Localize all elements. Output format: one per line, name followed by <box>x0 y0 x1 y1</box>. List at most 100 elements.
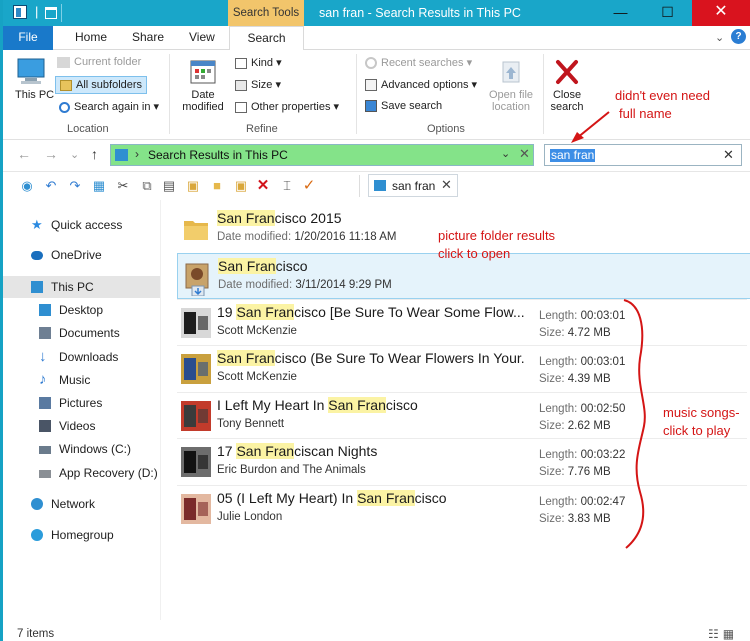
sub-value: Scott McKenzie <box>217 325 297 337</box>
sidebar-item-videos[interactable]: Videos <box>3 415 160 437</box>
sidebar-item-pictures[interactable]: Pictures <box>3 392 160 414</box>
advanced-options-button[interactable]: Advanced options ▾ <box>365 78 477 92</box>
close-label: Close <box>552 89 582 101</box>
desktop-icon <box>39 304 51 316</box>
sidebar-item-network[interactable]: Network <box>3 493 160 515</box>
size-value: 4.39 MB <box>567 373 611 385</box>
sidebar-item-documents[interactable]: Documents <box>3 322 160 344</box>
picture-folder-icon <box>182 262 212 297</box>
search-icon <box>59 101 70 113</box>
other-properties-button[interactable]: Other properties ▾ <box>235 100 339 113</box>
this-pc-button[interactable]: This PC <box>15 58 54 101</box>
help-icon[interactable]: ? <box>731 29 746 44</box>
rename-icon[interactable]: ⌶ <box>279 178 295 194</box>
maximize-button[interactable]: ☐ <box>645 0 690 26</box>
tab-search-results[interactable]: san fran ✕ <box>368 174 458 197</box>
minimize-button[interactable]: — <box>598 0 643 26</box>
forward-arrow-icon[interactable]: → <box>44 146 58 162</box>
view-toggle-icons[interactable]: ☷▦ <box>708 627 738 641</box>
chevron-down-icon[interactable]: ⌄ <box>501 147 510 160</box>
album-art-icon <box>181 447 211 477</box>
sidebar-item-app-recovery-d[interactable]: App Recovery (D:) <box>3 462 160 484</box>
tab-file[interactable]: File <box>3 26 53 50</box>
group-divider <box>543 54 544 134</box>
address-bar[interactable]: › Search Results in This PC ⌄ ✕ <box>110 144 534 166</box>
title-text: cisco <box>385 397 418 413</box>
song-result-row[interactable]: 17 San Franciscan Nights Eric Burdon and … <box>177 439 750 485</box>
song-result-row[interactable]: San Francisco (Be Sure To Wear Flowers I… <box>177 346 750 392</box>
close-tab-icon[interactable]: ✕ <box>441 177 452 193</box>
expand-ribbon-icon[interactable]: ⌄ <box>715 31 724 44</box>
sub-value: Tony Bennett <box>217 418 285 430</box>
undo-icon[interactable]: ↶ <box>43 178 59 194</box>
paste-icon[interactable]: ▤ <box>161 178 177 194</box>
breadcrumb[interactable]: Search Results in This PC <box>148 148 288 162</box>
clear-address-icon[interactable]: ✕ <box>519 146 530 162</box>
delete-icon[interactable]: ✕ <box>255 178 271 194</box>
search-again-label: Search again in <box>74 101 151 113</box>
up-arrow-icon[interactable]: ↑ <box>91 146 98 162</box>
annotation-songs: music songs- click to play <box>663 404 740 440</box>
select-check-icon[interactable]: ✓ <box>301 178 317 194</box>
pin-icon[interactable]: | <box>35 4 38 19</box>
file-size: Size: 4.72 MB <box>539 327 611 339</box>
open-file-location-button[interactable]: Open file location <box>485 58 537 113</box>
save-search-button[interactable]: Save search <box>365 100 442 113</box>
new-folder-icon[interactable]: ■ <box>209 178 225 194</box>
date-modified: Date modified: 1/20/2016 11:18 AM <box>217 231 396 243</box>
sidebar-item-windows-c[interactable]: Windows (C:) <box>3 438 160 460</box>
sidebar-item-label: Music <box>59 373 91 387</box>
sidebar-item-music[interactable]: ♪ Music <box>3 369 160 391</box>
copy-icon[interactable]: ⧉ <box>139 178 155 194</box>
chevron-down-icon: ▾ <box>276 57 282 69</box>
result-title: 17 San Franciscan Nights <box>217 443 377 459</box>
location-group-label: Location <box>67 123 109 135</box>
artist-name: Scott McKenzie <box>217 325 297 337</box>
close-window-button[interactable]: ✕ <box>692 0 750 26</box>
date-modified-button[interactable]: Date modified <box>177 58 229 113</box>
sidebar-item-desktop[interactable]: Desktop <box>3 299 160 321</box>
cut-icon[interactable]: ✂ <box>115 178 131 194</box>
song-result-row[interactable]: 05 (I Left My Heart) In San Francisco Jul… <box>177 486 750 532</box>
clear-search-icon[interactable]: ✕ <box>723 147 734 163</box>
close-search-button[interactable]: Close search <box>547 58 587 113</box>
sidebar-item-this-pc[interactable]: This PC <box>3 276 160 298</box>
current-folder-button[interactable]: Current folder <box>57 56 141 68</box>
tab-home[interactable]: Home <box>75 26 107 50</box>
kind-button[interactable]: Kind ▾ <box>235 56 282 69</box>
tab-share[interactable]: Share <box>132 26 164 50</box>
explorer-app-icon[interactable] <box>13 5 27 19</box>
recent-locations-icon[interactable]: ⌄ <box>70 148 79 161</box>
search-match-highlight: San Fran <box>236 443 295 459</box>
size-button[interactable]: Size ▾ <box>235 78 281 91</box>
globe-icon[interactable]: ◉ <box>19 178 35 194</box>
breadcrumb-chevron-icon[interactable]: › <box>135 147 139 161</box>
search-again-in-button[interactable]: Search again in ▾ <box>59 100 159 113</box>
download-icon: ↓ <box>39 348 47 365</box>
recent-searches-button[interactable]: Recent searches ▾ <box>365 56 472 70</box>
sidebar-item-quick-access[interactable]: ★ Quick access <box>3 214 160 236</box>
tab-search[interactable]: Search <box>229 26 304 51</box>
title-text: 19 <box>217 304 237 320</box>
location-label: location <box>492 101 530 113</box>
sidebar-item-downloads[interactable]: ↓ Downloads <box>3 346 160 368</box>
song-result-row[interactable]: 19 San Francisco [Be Sure To Wear Some F… <box>177 300 750 346</box>
sidebar-item-homegroup[interactable]: Homegroup <box>3 524 160 546</box>
videos-icon <box>39 420 51 432</box>
advanced-options-label: Advanced options <box>381 79 469 91</box>
layout-icon[interactable]: ▦ <box>91 178 107 194</box>
sidebar-item-label: Videos <box>59 419 96 433</box>
drive-icon <box>39 470 51 478</box>
size-value: 7.76 MB <box>567 466 611 478</box>
quick-access-folder-icon[interactable] <box>45 7 57 19</box>
tab-view[interactable]: View <box>189 26 215 50</box>
sidebar-item-onedrive[interactable]: OneDrive <box>3 244 160 266</box>
back-arrow-icon[interactable]: ← <box>17 146 31 162</box>
move-to-icon[interactable]: ▣ <box>233 178 249 194</box>
group-divider <box>356 54 357 134</box>
annotation-line: didn't even need <box>615 88 711 103</box>
redo-icon[interactable]: ↷ <box>67 178 83 194</box>
all-subfolders-button[interactable]: All subfolders <box>55 76 148 94</box>
copy-to-icon[interactable]: ▣ <box>185 178 201 194</box>
toolbar-divider <box>359 175 360 197</box>
